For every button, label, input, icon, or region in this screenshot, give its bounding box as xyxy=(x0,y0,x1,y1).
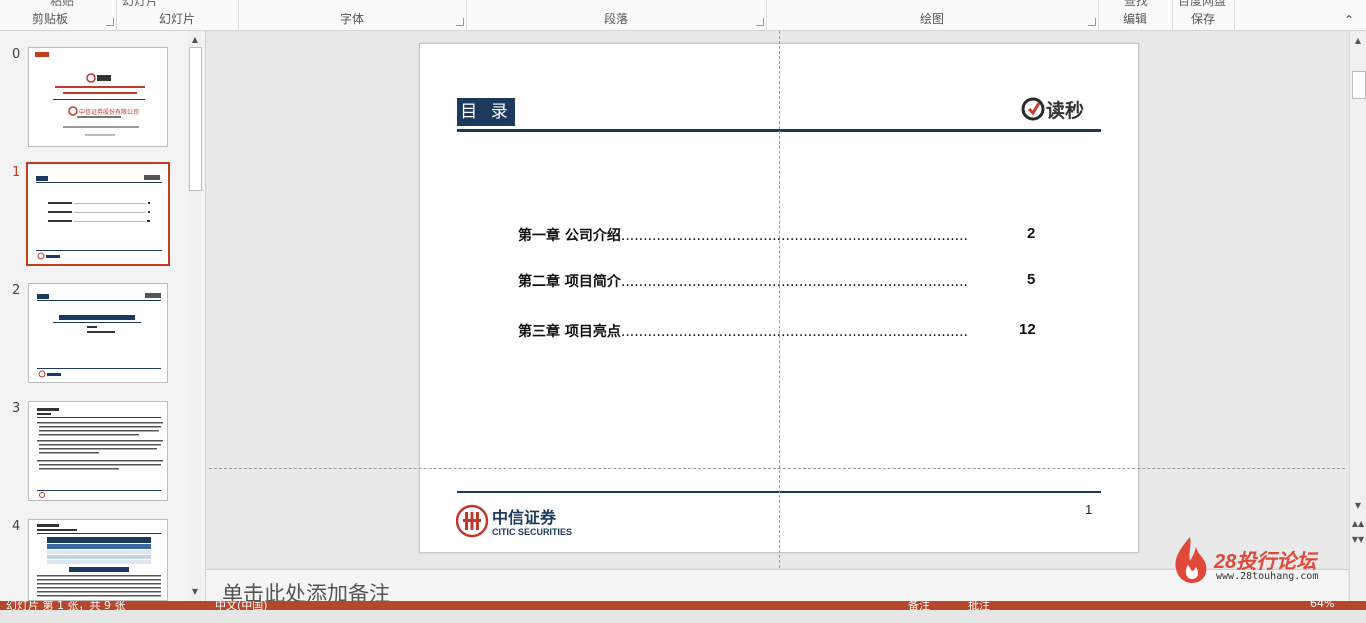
status-bar: 幻灯片 第 1 张，共 9 张 中文(中国) 备注 批注 64% xyxy=(0,601,1366,610)
slide-count-status: 幻灯片 第 1 张，共 9 张 xyxy=(6,601,126,610)
ribbon-group-drawing: 绘图 xyxy=(766,0,1099,30)
thumbnail-row[interactable]: 2 xyxy=(0,283,185,387)
drawing-launcher-icon[interactable] xyxy=(1088,18,1096,26)
notes-button[interactable]: 备注 xyxy=(908,601,930,610)
citic-logo-cn: 中信证券 xyxy=(492,508,557,527)
thumbnail-number: 4 xyxy=(12,519,21,534)
slide-thumbnail[interactable] xyxy=(28,401,168,501)
group-label-font: 字体 xyxy=(339,12,364,26)
scroll-up-icon[interactable]: ▲ xyxy=(1351,34,1365,48)
slide-thumbnail-selected[interactable] xyxy=(26,162,170,266)
slide-editing-area: 目 录 读秒 第一章 公司介绍.........................… xyxy=(206,31,1348,568)
ribbon-group-editing: 查找 编辑 xyxy=(1098,0,1173,30)
paste-label[interactable]: 粘贴 xyxy=(50,0,74,9)
next-slide-icon[interactable]: ▼▼ xyxy=(1351,533,1365,547)
zoom-level[interactable]: 64% xyxy=(1310,601,1334,610)
thumbnails-scrollbar[interactable]: ▲ ▼ xyxy=(188,31,202,601)
toc-label: 第三章 项目亮点 xyxy=(518,324,621,340)
find-label[interactable]: 查找 xyxy=(1124,0,1148,9)
thumbnail-text-preview xyxy=(37,408,163,498)
watermark-url: www.28touhang.com xyxy=(1216,571,1319,582)
flame-icon xyxy=(1175,537,1207,583)
thumbnail-number: 3 xyxy=(12,401,21,416)
toc-label: 第一章 公司介绍 xyxy=(518,228,621,244)
toc-page-3: 12 xyxy=(1019,321,1036,338)
ribbon-group-font: 字体 xyxy=(238,0,467,30)
vertical-guide[interactable] xyxy=(779,31,780,568)
horizontal-guide[interactable] xyxy=(209,468,1345,469)
comments-button[interactable]: 批注 xyxy=(968,601,990,610)
thumbnail-cover-company: 中信证券股份有限公司 xyxy=(79,108,139,116)
toc-label: 第二章 项目简介 xyxy=(518,274,621,290)
thumbnail-toc-preview xyxy=(36,175,162,260)
thumbnail-section-preview xyxy=(37,293,161,378)
collapse-ribbon-icon[interactable]: ⌃ xyxy=(1344,14,1356,26)
clipboard-launcher-icon[interactable] xyxy=(106,18,114,26)
group-label-paragraph: 段落 xyxy=(603,12,628,26)
baidu-netdisk-label[interactable]: 百度网盘 xyxy=(1178,0,1226,9)
ribbon-group-save: 百度网盘 保存 xyxy=(1172,0,1235,30)
group-label-clipboard: 剪贴板 xyxy=(32,12,69,26)
slide-thumbnails-pane: 0 中信证券股份有限公司 1 2 3 4 ▲ ▼ xyxy=(0,31,206,601)
new-slide-label[interactable]: 幻灯片 xyxy=(122,0,158,9)
group-label-save: 保存 xyxy=(1190,12,1215,26)
citic-logo: 中信证券 CITIC SECURITIES xyxy=(456,504,572,538)
thumbnail-cover-preview: 中信证券股份有限公司 xyxy=(35,52,145,136)
citic-logo-en: CITIC SECURITIES xyxy=(492,527,572,537)
ribbon-group-slides: 幻灯片 幻灯片 xyxy=(116,0,239,30)
slide-thumbnail[interactable]: 中信证券股份有限公司 xyxy=(28,47,168,147)
slide-title[interactable]: 目 录 xyxy=(457,98,515,126)
watermark: 28投行论坛 www.28touhang.com xyxy=(1170,535,1345,585)
scroll-down-icon[interactable]: ▼ xyxy=(188,585,202,599)
paragraph-launcher-icon[interactable] xyxy=(756,18,764,26)
scroll-up-icon[interactable]: ▲ xyxy=(188,33,202,47)
ribbon-group-clipboard: 粘贴 剪贴板 xyxy=(0,0,117,30)
ribbon-group-paragraph: 段落 xyxy=(466,0,767,30)
thumbnail-number: 2 xyxy=(12,283,21,298)
slide-page-number: 1 xyxy=(1085,502,1093,517)
thumbnail-number: 1 xyxy=(12,165,21,180)
scrollbar-thumb[interactable] xyxy=(189,47,202,191)
brand-name: 读秒 xyxy=(1046,99,1084,122)
previous-slide-icon[interactable]: ▲▲ xyxy=(1351,517,1365,531)
ribbon: 粘贴 剪贴板 幻灯片 幻灯片 字体 段落 绘图 查找 编辑 百度网盘 保存 ⌃ xyxy=(0,0,1366,31)
scrollbar-thumb[interactable] xyxy=(1352,71,1366,99)
watermark-name: 28投行论坛 xyxy=(1214,551,1317,573)
thumbnail-row-selected[interactable]: 1 xyxy=(0,162,185,269)
slide-thumbnail[interactable] xyxy=(28,519,168,601)
language-status[interactable]: 中文(中国) xyxy=(215,601,268,610)
slide-scrollbar[interactable]: ▲ ▼ ▲▲ ▼▼ xyxy=(1349,31,1366,601)
thumbnail-row[interactable]: 3 xyxy=(0,401,185,505)
toc-page-2: 5 xyxy=(1027,271,1036,288)
dumiao-logo: 读秒 xyxy=(1021,97,1084,122)
toc-page-1: 2 xyxy=(1027,225,1036,242)
group-label-editing: 编辑 xyxy=(1122,12,1147,26)
scroll-down-icon[interactable]: ▼ xyxy=(1351,499,1365,513)
font-launcher-icon[interactable] xyxy=(456,18,464,26)
group-label-drawing: 绘图 xyxy=(919,12,944,26)
group-label-slides: 幻灯片 xyxy=(158,12,195,26)
thumbnail-number: 0 xyxy=(12,47,21,62)
slide-thumbnail[interactable] xyxy=(28,283,168,383)
thumbnail-row[interactable]: 0 中信证券股份有限公司 xyxy=(0,47,185,151)
thumbnail-table-preview xyxy=(37,524,161,597)
toc-item-3[interactable]: 第三章 项目亮点................................… xyxy=(518,321,1020,341)
